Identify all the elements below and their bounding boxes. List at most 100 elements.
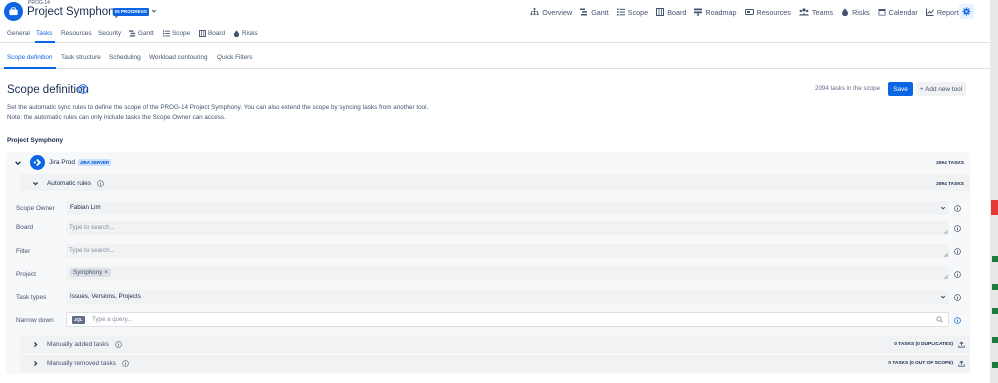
- nav-board[interactable]: Board: [656, 8, 686, 17]
- tab-scope-label: Scope: [172, 30, 191, 37]
- project-heading: Project Symphony: [7, 137, 64, 144]
- task-types-value: Issues, Versions, Projects: [70, 293, 141, 300]
- project-avatar[interactable]: [4, 2, 23, 21]
- calendar-icon: [878, 9, 886, 16]
- nav-risks[interactable]: Risks: [841, 8, 870, 17]
- manually-added-label: Manually added tasks: [47, 341, 109, 348]
- settings-button[interactable]: [959, 4, 974, 19]
- info-icon[interactable]: [122, 360, 129, 367]
- subtab-quick-filters[interactable]: Quick Filters: [217, 54, 253, 61]
- manually-removed-row[interactable]: [20, 355, 970, 372]
- tab-tasks-label: Tasks: [36, 30, 53, 37]
- adjacent-window-red-marker: [991, 200, 998, 215]
- resize-handle-icon[interactable]: [944, 275, 948, 279]
- search-icon[interactable]: [936, 316, 943, 323]
- nav-resources[interactable]: Resources: [744, 8, 791, 17]
- gear-icon: [962, 7, 971, 16]
- nav-scope-label: Scope: [627, 7, 649, 17]
- resize-handle-icon[interactable]: [944, 253, 948, 257]
- info-icon[interactable]: [954, 294, 961, 301]
- info-icon[interactable]: [954, 248, 961, 255]
- excel-file-icon[interactable]: [992, 284, 998, 290]
- info-icon[interactable]: [954, 205, 961, 212]
- nav-roadmap[interactable]: Roadmap: [694, 8, 737, 17]
- nav-teams[interactable]: Teams: [798, 8, 833, 17]
- automatic-rules-label: Automatic rules: [47, 180, 92, 187]
- resources-icon: [744, 9, 754, 15]
- tab-general-label: General: [7, 30, 30, 37]
- scope-owner-label: Scope Owner: [16, 205, 55, 212]
- project-title[interactable]: Project Symphony: [27, 6, 120, 18]
- status-badge[interactable]: IN PROGRESS: [113, 8, 149, 16]
- add-new-tool-button[interactable]: + Add new tool: [916, 82, 967, 96]
- nav-gantt[interactable]: Gantt: [580, 8, 609, 17]
- excel-file-icon[interactable]: [992, 362, 998, 368]
- risks-icon: [842, 8, 849, 16]
- project-chip: Symphony ×: [70, 268, 111, 277]
- info-icon[interactable]: [954, 271, 961, 278]
- upload-icon[interactable]: [958, 360, 965, 367]
- jql-query-input[interactable]: JQL Type a query...: [66, 312, 949, 327]
- chevron-down-icon[interactable]: [151, 8, 157, 14]
- top-navigation: Overview Gantt Scope Board Roadmap Resou…: [522, 6, 962, 18]
- nav-risks-label: Risks: [852, 7, 870, 17]
- filter-placeholder: Type to search...: [69, 247, 115, 254]
- resize-handle-icon[interactable]: [944, 230, 948, 234]
- scope-owner-select[interactable]: Fabian Lim: [66, 201, 949, 215]
- info-icon[interactable]: [97, 180, 104, 187]
- tab-risks[interactable]: Risks: [233, 30, 258, 37]
- tab-risks-label: Risks: [242, 30, 258, 37]
- project-multiselect[interactable]: Symphony ×: [66, 266, 949, 280]
- filter-search-input[interactable]: Type to search...: [66, 244, 949, 258]
- tab-resources-label: Resources: [61, 30, 92, 37]
- task-types-label: Task types: [16, 294, 47, 301]
- nav-reports[interactable]: Reports: [925, 8, 962, 17]
- upload-icon[interactable]: [958, 341, 965, 348]
- nav-overview[interactable]: Overview: [530, 8, 572, 17]
- integration-type-badge: JIRA SERVER: [78, 159, 112, 166]
- board-label: Board: [16, 224, 34, 231]
- subtab-workload-contouring[interactable]: Workload contouring: [149, 54, 208, 61]
- excel-file-icon[interactable]: [992, 256, 998, 262]
- info-icon[interactable]: [115, 341, 122, 348]
- chevron-down-icon[interactable]: [14, 159, 22, 167]
- subtab-scheduling[interactable]: Scheduling: [109, 54, 141, 61]
- scope-description: Set the automatic sync rules to define t…: [7, 104, 429, 121]
- tab-security[interactable]: Security: [98, 30, 121, 37]
- save-button[interactable]: Save: [888, 82, 913, 96]
- subtab-scope-definition[interactable]: Scope definition: [7, 54, 52, 61]
- nav-overview-label: Overview: [542, 7, 573, 17]
- chevron-right-icon[interactable]: [32, 360, 39, 367]
- chevron-down-icon[interactable]: [32, 180, 39, 187]
- jql-tag: JQL: [72, 316, 85, 324]
- tab-board[interactable]: Board: [199, 30, 225, 37]
- subtab-task-structure[interactable]: Task structure: [61, 54, 101, 61]
- excel-file-icon[interactable]: [992, 308, 998, 314]
- nav-scope[interactable]: Scope: [616, 7, 649, 17]
- info-icon[interactable]: [954, 225, 961, 232]
- manually-removed-count: 0 TASKS (0 OUT OF SCOPE): [888, 361, 953, 366]
- tab-resources[interactable]: Resources: [61, 30, 92, 37]
- tab-general[interactable]: General: [7, 30, 30, 37]
- scope-owner-value: Fabian Lim: [70, 204, 101, 211]
- chevron-down-icon: [940, 295, 946, 299]
- roadmap-icon: [694, 8, 703, 16]
- nav-calendar[interactable]: Calendar: [878, 8, 918, 17]
- chip-remove-icon[interactable]: ×: [104, 269, 108, 276]
- integration-name: Jira Prod: [49, 159, 76, 166]
- automatic-rules-count: 2094 TASKS: [936, 182, 964, 187]
- excel-file-icon[interactable]: [992, 337, 998, 343]
- tab-gantt[interactable]: Gantt: [129, 30, 154, 37]
- tab-tasks[interactable]: Tasks: [36, 30, 52, 37]
- active-tab-indicator: [35, 41, 55, 43]
- help-icon[interactable]: [78, 84, 88, 94]
- board-search-input[interactable]: Type to search...: [66, 221, 949, 235]
- automatic-rules-row[interactable]: [20, 174, 970, 191]
- adjacent-window-edge: [990, 0, 998, 383]
- manually-added-row[interactable]: [20, 336, 970, 353]
- tab-scope[interactable]: Scope: [163, 30, 190, 37]
- chevron-right-icon[interactable]: [32, 341, 39, 348]
- list-icon: [163, 30, 170, 37]
- task-types-select[interactable]: Issues, Versions, Projects: [66, 290, 949, 304]
- info-icon[interactable]: [954, 317, 961, 324]
